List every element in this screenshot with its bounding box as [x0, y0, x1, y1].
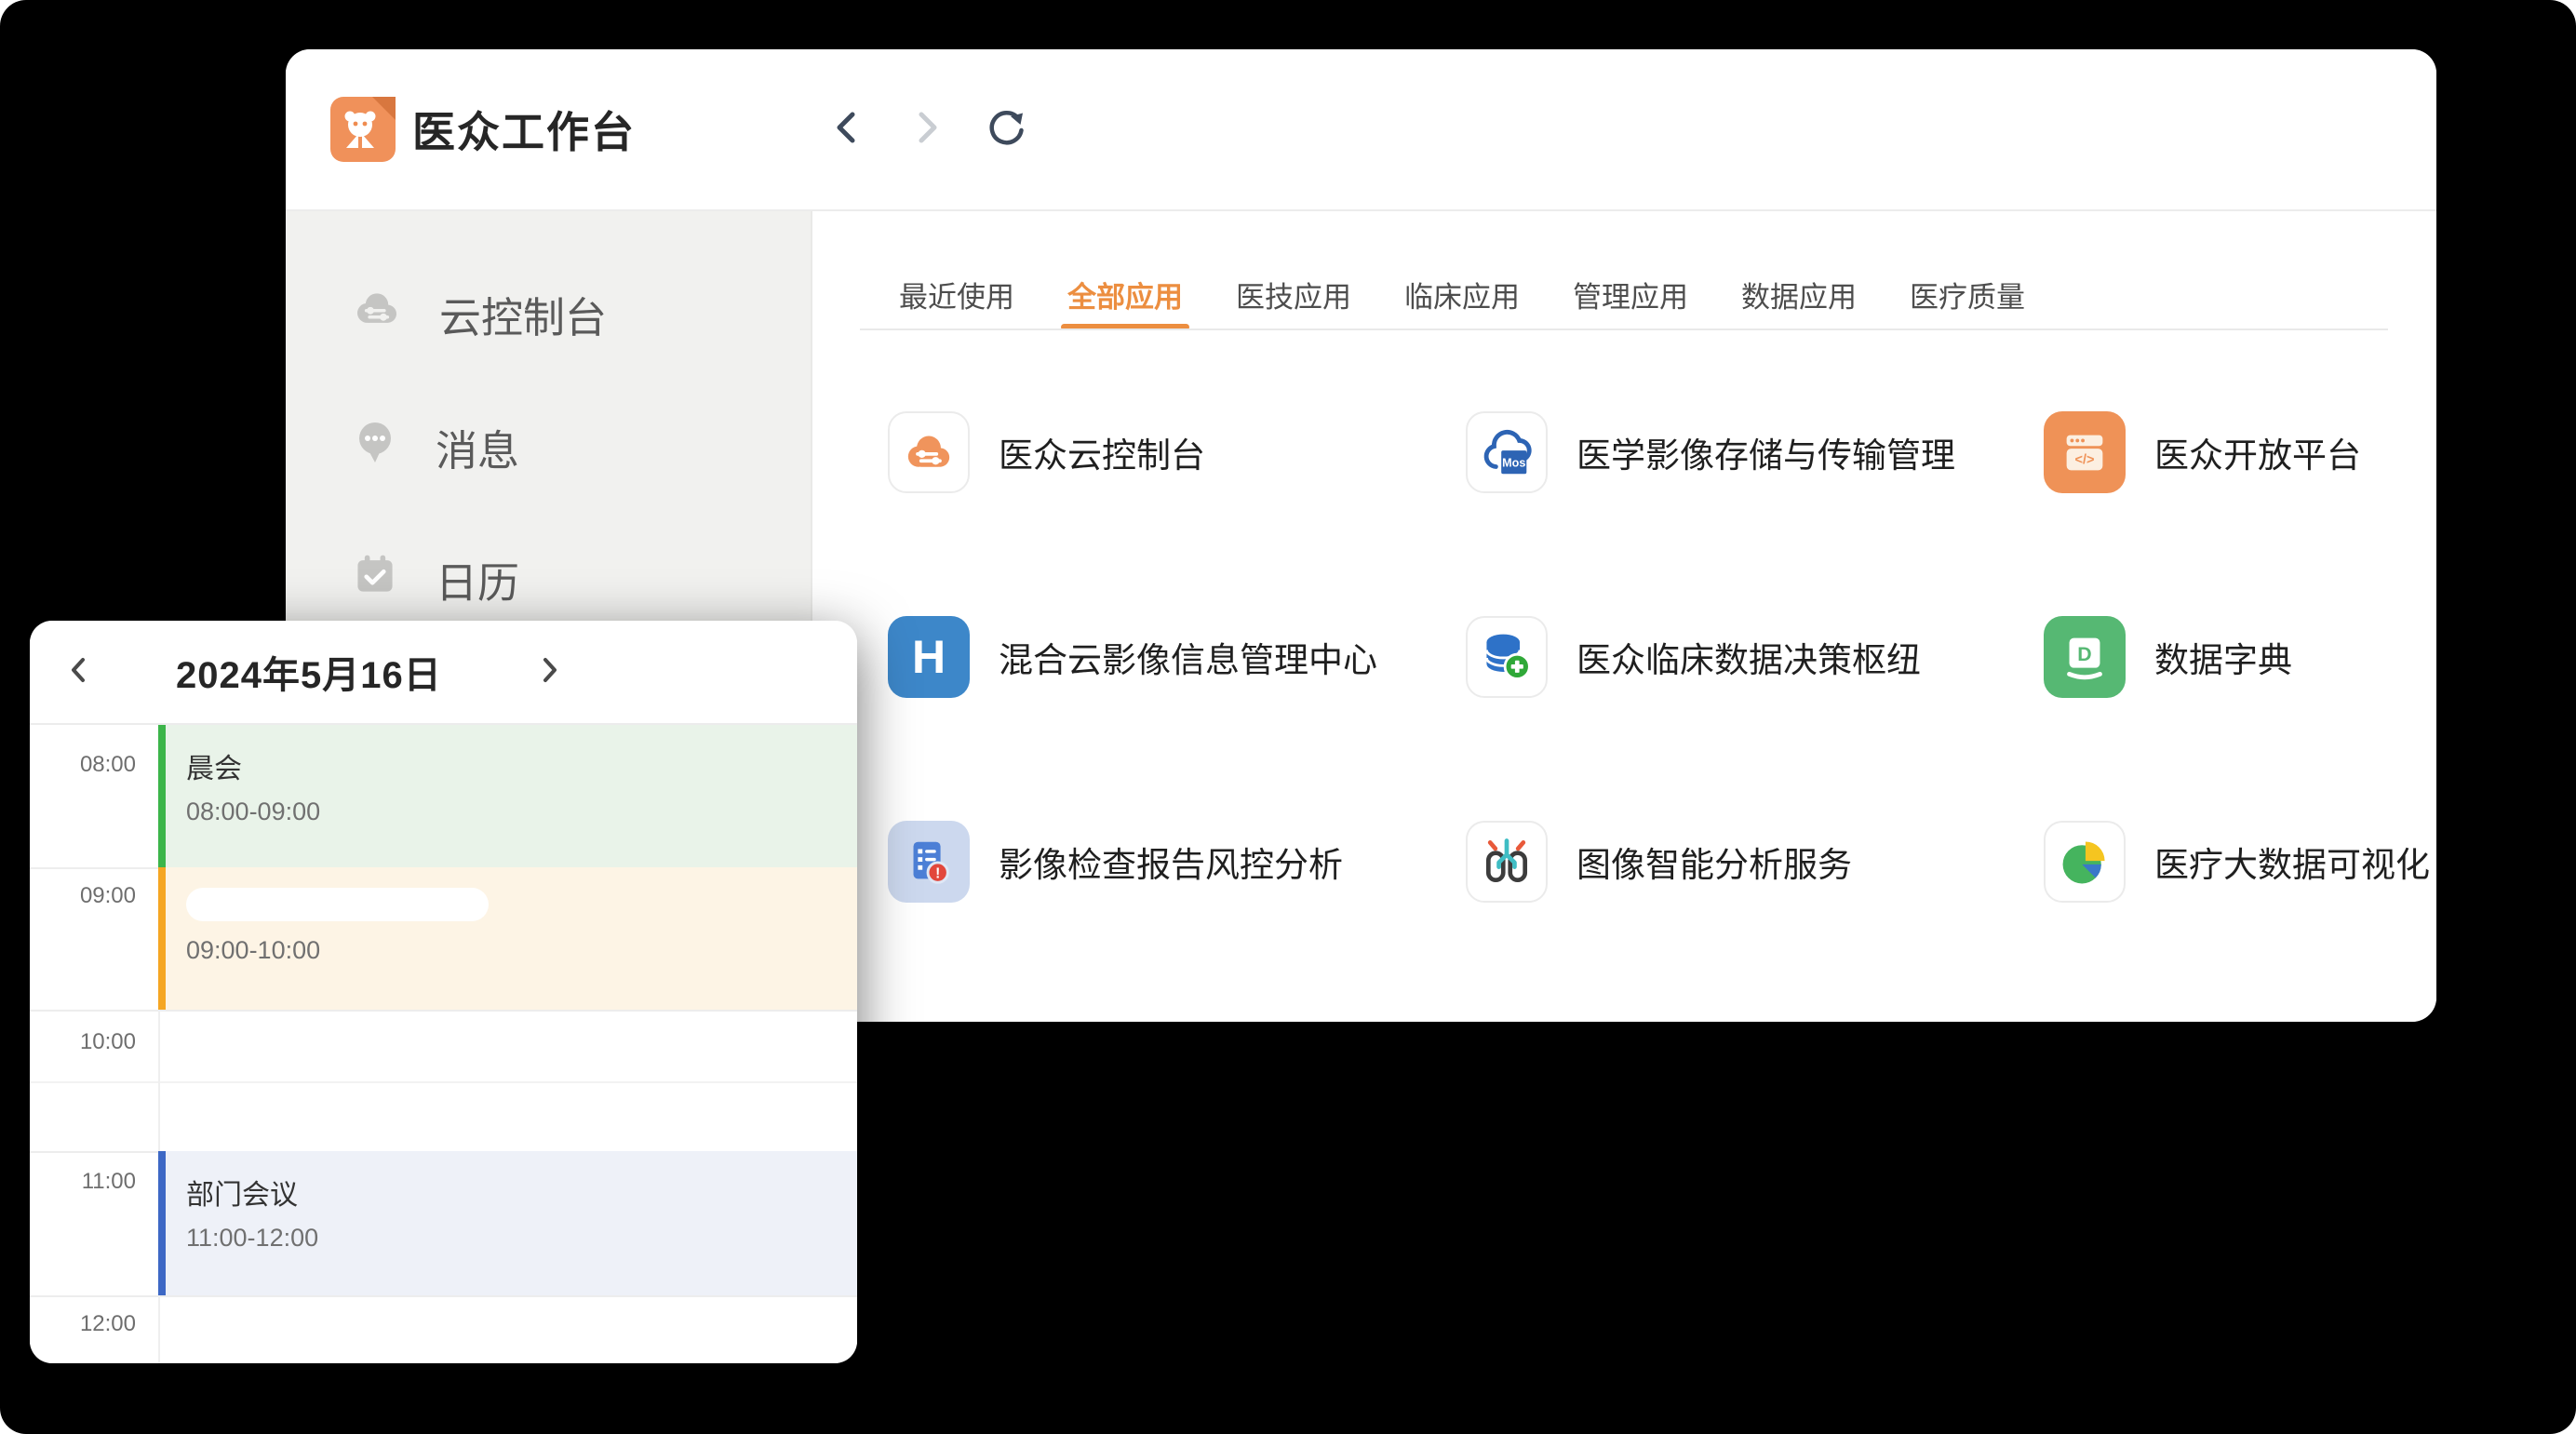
- window-header: 医众工作台: [286, 49, 2436, 211]
- sidebar-item-label: 云控制台: [439, 284, 607, 344]
- app-label: 医学影像存储与传输管理: [1576, 427, 1955, 477]
- chevron-left-icon: [62, 653, 96, 691]
- code-icon-text: </>: [2075, 453, 2095, 468]
- screenshot-canvas: 医众工作台: [0, 0, 2576, 1434]
- event-time-range: 08:00-09:00: [186, 797, 857, 826]
- event-time-range: 09:00-10:00: [186, 936, 857, 965]
- time-label: 09:00: [30, 883, 136, 909]
- app-hybrid-cloud-imaging[interactable]: H 混合云影像信息管理中心: [888, 616, 1377, 698]
- tab-recently-used[interactable]: 最近使用: [899, 274, 1014, 315]
- main-content: 最近使用 全部应用 医技应用 临床应用 管理应用 数据应用 医疗质量 医: [814, 211, 2436, 1022]
- dictionary-icon-text: D: [2077, 643, 2091, 665]
- event-time-range: 11:00-12:00: [186, 1224, 857, 1253]
- blue-cloud-mos-icon: Mos: [1466, 411, 1548, 493]
- app-data-dictionary[interactable]: D 数据字典: [2044, 616, 2292, 698]
- green-dictionary-icon: D: [2044, 616, 2126, 698]
- app-big-data-visualization[interactable]: 医疗大数据可视化: [2044, 821, 2430, 903]
- app-category-tabs: 最近使用 全部应用 医技应用 临床应用 管理应用 数据应用 医疗质量: [814, 211, 2436, 330]
- chevron-right-icon: [532, 653, 566, 691]
- sidebar-item-messages[interactable]: 消息: [286, 416, 811, 477]
- report-alert-icon: !: [888, 821, 970, 903]
- app-logo-icon: [330, 97, 396, 162]
- sidebar-item-label: 日历: [436, 549, 519, 610]
- calendar-icon: [351, 550, 399, 609]
- hour-gridline: [30, 1010, 857, 1012]
- tab-clinical-apps[interactable]: 临床应用: [1404, 274, 1520, 315]
- calendar-event-morning-meeting[interactable]: 晨会 08:00-09:00: [158, 725, 857, 867]
- time-label: 10:00: [30, 1029, 136, 1055]
- redacted-event-title: [186, 888, 489, 921]
- app-label: 影像检查报告风控分析: [999, 837, 1343, 887]
- app-open-platform[interactable]: </> 医众开放平台: [2044, 411, 2361, 493]
- app-label: 医众云控制台: [999, 427, 1205, 477]
- app-label: 医疗大数据可视化: [2154, 837, 2430, 887]
- blue-h-icon: H: [888, 616, 970, 698]
- forward-button[interactable]: [902, 105, 950, 154]
- calendar-event-redacted[interactable]: 09:00-10:00: [158, 867, 857, 1010]
- h-icon-text: H: [912, 630, 946, 684]
- app-label: 数据字典: [2154, 632, 2292, 682]
- app-clinical-data-hub[interactable]: 医众临床数据决策枢纽: [1466, 616, 1921, 698]
- time-label: 11:00: [30, 1169, 136, 1195]
- cloud-console-icon: [351, 288, 403, 341]
- calendar-event-department-meeting[interactable]: 部门会议 11:00-12:00: [158, 1151, 857, 1295]
- app-label: 混合云影像信息管理中心: [999, 632, 1377, 682]
- sidebar-item-calendar[interactable]: 日历: [286, 548, 811, 610]
- orange-code-window-icon: </>: [2044, 411, 2126, 493]
- refresh-icon: [984, 105, 1028, 154]
- chevron-right-icon: [904, 105, 948, 154]
- tab-data-apps[interactable]: 数据应用: [1741, 274, 1857, 315]
- time-label: 12:00: [30, 1311, 136, 1337]
- app-label: 图像智能分析服务: [1576, 837, 1852, 887]
- message-icon: [351, 418, 399, 476]
- event-title: 晨会: [186, 745, 857, 786]
- database-plus-icon: [1466, 616, 1548, 698]
- app-label: 医众开放平台: [2154, 427, 2361, 477]
- half-hour-gridline: [30, 1081, 857, 1083]
- event-title: 部门会议: [186, 1172, 857, 1213]
- day-calendar-panel: 2024年5月16日 08:00 09:00 10:00 11:00 12:00…: [30, 621, 857, 1363]
- tab-medtech-apps[interactable]: 医技应用: [1236, 274, 1351, 315]
- calendar-date-label: 2024年5月16日: [176, 621, 442, 723]
- app-image-ai-analysis[interactable]: 图像智能分析服务: [1466, 821, 1852, 903]
- orange-cloud-sliders-icon: [888, 411, 970, 493]
- calendar-next-day-button[interactable]: [523, 646, 575, 698]
- pie-chart-icon: [2044, 821, 2126, 903]
- refresh-button[interactable]: [982, 105, 1030, 154]
- hour-gridline: [30, 1295, 857, 1297]
- app-label: 医众临床数据决策枢纽: [1576, 632, 1921, 682]
- window-title: 医众工作台: [412, 49, 636, 209]
- app-imaging-storage[interactable]: Mos 医学影像存储与传输管理: [1466, 411, 1955, 493]
- mos-icon-text: Mos: [1502, 457, 1525, 470]
- calendar-day-grid: 08:00 09:00 10:00 11:00 12:00 晨会 08:00-0…: [30, 725, 857, 1363]
- calendar-prev-day-button[interactable]: [53, 646, 105, 698]
- app-cloud-console[interactable]: 医众云控制台: [888, 411, 1205, 493]
- tab-management-apps[interactable]: 管理应用: [1573, 274, 1688, 315]
- calendar-header: 2024年5月16日: [30, 621, 857, 725]
- tabs-divider: [860, 328, 2388, 330]
- time-label: 08:00: [30, 752, 136, 778]
- app-report-risk-analysis[interactable]: ! 影像检查报告风控分析: [888, 821, 1343, 903]
- chevron-left-icon: [825, 105, 870, 154]
- alert-badge-text: !: [935, 865, 940, 881]
- lungs-icon: [1466, 821, 1548, 903]
- tab-medical-quality[interactable]: 医疗质量: [1910, 274, 2025, 315]
- tab-all-apps[interactable]: 全部应用: [1067, 274, 1183, 315]
- sidebar-item-label: 消息: [436, 417, 519, 477]
- back-button[interactable]: [824, 105, 872, 154]
- sidebar-item-cloud-console[interactable]: 云控制台: [286, 283, 811, 344]
